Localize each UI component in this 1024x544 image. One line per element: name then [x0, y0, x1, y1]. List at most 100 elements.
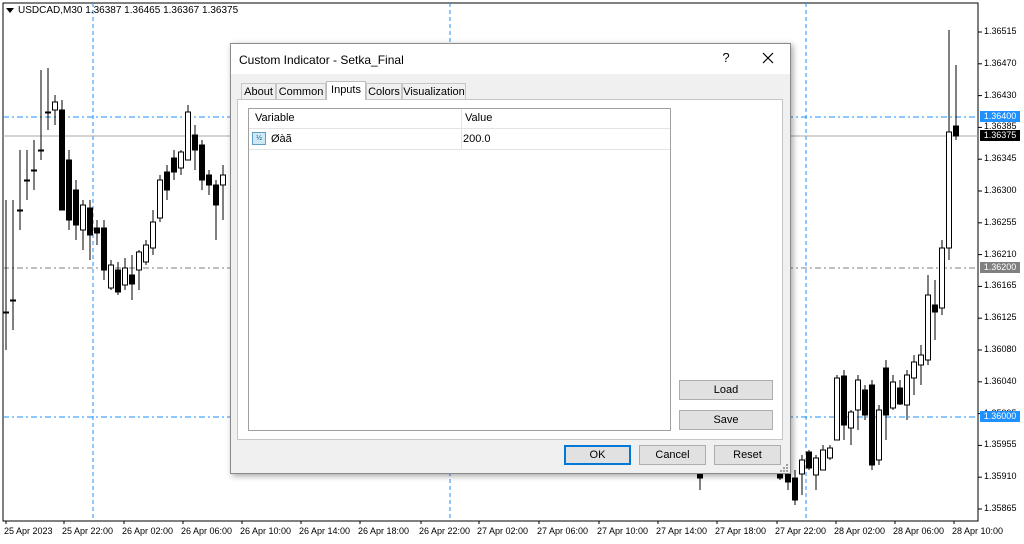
time-tick-label: 27 Apr 22:00: [775, 526, 827, 536]
candle-body: [953, 125, 959, 137]
price-tick-label: 1.35955: [984, 439, 1017, 450]
candle-body: [220, 174, 226, 186]
tab-common[interactable]: Common: [276, 83, 326, 99]
price-tick-label: 1.36125: [984, 312, 1017, 323]
candle-body: [192, 134, 198, 151]
candle-body: [94, 227, 100, 234]
help-button[interactable]: ?: [711, 50, 741, 68]
time-tick-label: 27 Apr 10:00: [597, 526, 649, 536]
candle-body: [911, 361, 917, 379]
value-cell[interactable]: 200.0: [463, 133, 491, 145]
time-tick-label: 27 Apr 18:00: [715, 526, 767, 536]
candle-body: [806, 451, 812, 469]
level-tag-high: 1.36400: [980, 111, 1020, 122]
candle-body: [31, 169, 37, 172]
price-tick-label: 1.36345: [984, 153, 1017, 164]
candle-body: [946, 131, 952, 249]
time-tick-label: 26 Apr 06:00: [181, 526, 233, 536]
candle-body: [136, 251, 142, 271]
candle-body: [129, 274, 135, 285]
candle-body: [122, 267, 128, 286]
candle-body: [87, 207, 93, 236]
candle-body: [38, 149, 44, 152]
candle-body: [904, 374, 910, 406]
time-tick-label: 26 Apr 10:00: [240, 526, 292, 536]
candle-body: [101, 227, 107, 271]
candle-body: [199, 144, 205, 181]
level-tag-low: 1.36000: [980, 411, 1020, 422]
candle-body: [883, 367, 889, 416]
time-tick-label: 28 Apr 02:00: [834, 526, 886, 536]
candle-body: [813, 457, 819, 476]
column-header-variable[interactable]: Variable: [255, 112, 295, 124]
resize-grip-icon[interactable]: [779, 463, 788, 472]
price-tick-label: 1.36255: [984, 216, 1017, 227]
dropdown-arrow-icon[interactable]: [6, 7, 14, 13]
candle-body: [213, 184, 219, 206]
column-divider[interactable]: [461, 109, 462, 128]
candle-body: [10, 299, 16, 302]
candle-body: [178, 151, 184, 169]
tab-visualization[interactable]: Visualization: [402, 83, 466, 99]
candle-body: [185, 111, 191, 161]
candle-body: [164, 171, 170, 191]
custom-indicator-dialog: Custom Indicator - Setka_Final ? About C…: [230, 43, 791, 474]
current-price-tag: 1.36375: [980, 130, 1020, 141]
candle-body: [862, 389, 868, 416]
price-tick-label: 1.36165: [984, 280, 1017, 291]
tab-about[interactable]: About: [241, 83, 276, 99]
candle-body: [697, 473, 703, 479]
inputs-table[interactable]: Variable Value ½ Øàã 200.0: [248, 108, 671, 431]
candle-body: [143, 244, 149, 263]
symbol-quote: USDCAD,M30 1.36387 1.36465 1.36367 1.363…: [18, 5, 239, 16]
cancel-button[interactable]: Cancel: [639, 445, 706, 465]
candle-body: [897, 387, 903, 405]
close-icon: [762, 52, 774, 64]
row-divider: [461, 129, 462, 149]
candle-body: [792, 477, 798, 501]
dialog-title: Custom Indicator - Setka_Final: [239, 53, 404, 67]
price-tick-label: 1.36080: [984, 344, 1017, 354]
tab-inputs[interactable]: Inputs: [326, 81, 366, 100]
parameter-icon: ½: [252, 132, 266, 145]
candle-body: [45, 111, 51, 114]
candle-body: [171, 157, 177, 173]
candle-body: [59, 109, 65, 211]
tab-colors[interactable]: Colors: [366, 83, 402, 99]
candle-body: [157, 179, 163, 219]
dialog-titlebar[interactable]: Custom Indicator - Setka_Final ?: [231, 44, 790, 74]
time-tick-label: 26 Apr 18:00: [358, 526, 410, 536]
table-header: Variable Value: [249, 109, 670, 129]
save-button[interactable]: Save: [679, 410, 773, 430]
candle-body: [876, 409, 882, 461]
candle-body: [827, 447, 833, 459]
ok-button[interactable]: OK: [564, 445, 631, 465]
candle-body: [206, 174, 212, 186]
column-header-value[interactable]: Value: [465, 112, 492, 124]
time-tick-label: 26 Apr 14:00: [299, 526, 351, 536]
price-tick-label: 1.35910: [984, 471, 1017, 482]
reset-button[interactable]: Reset: [714, 445, 781, 465]
load-button[interactable]: Load: [679, 380, 773, 400]
candle-body: [3, 311, 9, 314]
table-row[interactable]: ½ Øàã 200.0: [249, 129, 670, 150]
candle-body: [17, 209, 23, 212]
candle-body: [918, 354, 924, 366]
time-tick-label: 27 Apr 14:00: [656, 526, 708, 536]
time-tick-label: 28 Apr 06:00: [893, 526, 945, 536]
symbol-header: USDCAD,M30 1.36387 1.36465 1.36367 1.363…: [6, 5, 238, 16]
price-tick-label: 1.36300: [984, 185, 1017, 195]
price-tick-label: 1.36470: [984, 57, 1017, 68]
candle-body: [799, 459, 805, 475]
time-tick-label: 27 Apr 06:00: [537, 526, 589, 536]
candle-body: [890, 381, 896, 409]
inputs-tab-panel: Variable Value ½ Øàã 200.0 Load Save: [237, 99, 783, 440]
level-tag-mid: 1.36200: [980, 262, 1020, 273]
time-tick-label: 25 Apr 2023: [4, 526, 53, 536]
candle-body: [939, 247, 945, 309]
close-button[interactable]: [753, 49, 783, 69]
candle-body: [855, 379, 861, 411]
time-tick-label: 25 Apr 22:00: [62, 526, 114, 536]
time-tick-label: 27 Apr 02:00: [477, 526, 529, 536]
candle-body: [73, 189, 79, 226]
